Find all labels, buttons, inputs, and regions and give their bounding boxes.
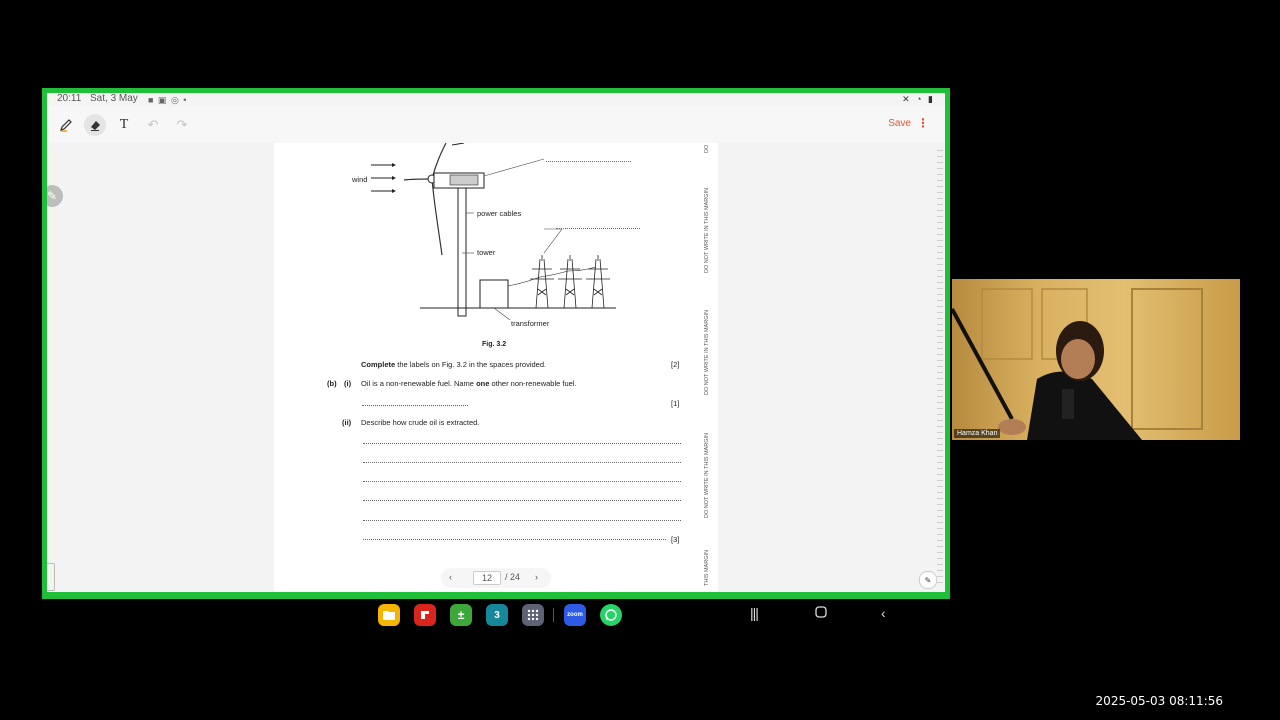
dock-separator (553, 608, 554, 622)
status-bar: 20:11 Sat, 3 May ■ ▣ ◎ • ✕ ◔ ▮ (47, 93, 945, 107)
home-icon[interactable] (815, 605, 827, 621)
participant-name: Hamza Khan (954, 429, 1001, 438)
answer-line-b-ii-6[interactable] (363, 539, 666, 540)
question-b-i: Oil is a non-renewable fuel. Name one ot… (361, 379, 577, 388)
answer-line-b-ii-3[interactable] (363, 481, 681, 482)
page-margin-strip: DO DO NOT WRITE IN THIS MARGIN DO NOT WR… (704, 143, 718, 592)
side-panel-handle[interactable] (47, 563, 55, 591)
wind-label: wind (352, 175, 368, 184)
floating-pen-icon[interactable]: ✎ (47, 185, 63, 207)
answer-line-b-ii-2[interactable] (363, 462, 681, 463)
webcam-scene (952, 288, 1203, 440)
margin-text-1: DO NOT WRITE IN THIS MARGIN (704, 187, 710, 274)
marks-2: [2] (671, 360, 680, 369)
status-date: Sat, 3 May (90, 93, 138, 104)
marks-3: [3] (671, 535, 680, 544)
status-time: 20:11 (57, 93, 82, 104)
flipboard-icon[interactable] (414, 604, 436, 626)
redo-icon[interactable]: ↷ (171, 114, 193, 136)
figure-caption: Fig. 3.2 (482, 341, 507, 348)
more-options-icon[interactable]: ⋮ (917, 116, 929, 130)
part-i-label: (i) (344, 379, 352, 388)
page-total: / 24 (505, 572, 521, 582)
marks-1: [1] (671, 399, 680, 408)
answer-line-b-ii-5[interactable] (363, 520, 681, 521)
notification-icons: ■ ▣ ◎ • (148, 95, 188, 105)
text-tool-icon[interactable]: T (113, 114, 135, 136)
part-b-label: (b) (327, 379, 337, 388)
app-drawer-icon[interactable] (522, 604, 544, 626)
calendar-icon[interactable]: 3 (486, 604, 508, 626)
page-scroll-ruler[interactable] (937, 145, 943, 585)
next-page-icon[interactable]: › (535, 572, 538, 582)
power-cables-label: power cables (477, 209, 522, 218)
screen-share-frame: 20:11 Sat, 3 May ■ ▣ ◎ • ✕ ◔ ▮ T ↶ ↷ Sav… (42, 88, 950, 599)
answer-line-b-ii-4[interactable] (363, 500, 681, 501)
save-button[interactable]: Save (888, 118, 911, 129)
pen-tool-icon[interactable] (55, 114, 77, 136)
answer-line-turbine[interactable] (546, 161, 631, 162)
margin-text-3: DO NOT WRITE IN THIS MARGIN (704, 432, 710, 519)
question-complete-labels: Complete the labels on Fig. 3.2 in the s… (361, 360, 547, 369)
previous-page-icon[interactable]: ‹ (449, 572, 452, 582)
edit-pdf-icon[interactable]: ✎ (919, 571, 937, 589)
android-navigation-bar: ± 3 zoom ||| ‹ (0, 600, 1280, 630)
back-icon[interactable]: ‹ (881, 605, 886, 621)
answer-line-pylon[interactable] (556, 228, 640, 229)
page-number-input[interactable]: 12 (473, 571, 501, 585)
pdf-page: wind power cables tower transformer Fig.… (274, 143, 704, 592)
tower-label: tower (477, 248, 496, 257)
margin-text-top: DO (704, 144, 710, 154)
transformer-label: transformer (511, 319, 550, 328)
recents-icon[interactable]: ||| (750, 605, 759, 621)
answer-line-b-ii-1[interactable] (363, 443, 681, 444)
wind-turbine-diagram (371, 143, 616, 321)
margin-text-bottom: THIS MARGIN (704, 549, 710, 587)
eraser-tool-icon[interactable] (84, 114, 106, 136)
calculator-icon[interactable]: ± (450, 604, 472, 626)
tablet-screen: 20:11 Sat, 3 May ■ ▣ ◎ • ✕ ◔ ▮ T ↶ ↷ Sav… (47, 93, 945, 592)
annotation-toolbar: T ↶ ↷ Save ⋮ (47, 107, 945, 143)
files-icon[interactable] (378, 604, 400, 626)
margin-text-2: DO NOT WRITE IN THIS MARGIN (704, 309, 710, 396)
whatsapp-icon[interactable] (600, 604, 622, 626)
system-status-icons: ✕ ◔ ▮ (902, 94, 935, 104)
part-ii-label: (ii) (342, 418, 352, 427)
answer-line-b-i[interactable] (362, 405, 468, 406)
question-b-ii: Describe how crude oil is extracted. (361, 418, 480, 427)
recording-timestamp: 2025-05-03 08:11:56 (1095, 694, 1223, 708)
undo-icon[interactable]: ↶ (142, 114, 164, 136)
webcam-video-tile: Hamza Khan (952, 279, 1240, 440)
zoom-icon[interactable]: zoom (564, 604, 586, 626)
page-navigator: ‹ 12 / 24 › (441, 568, 551, 588)
